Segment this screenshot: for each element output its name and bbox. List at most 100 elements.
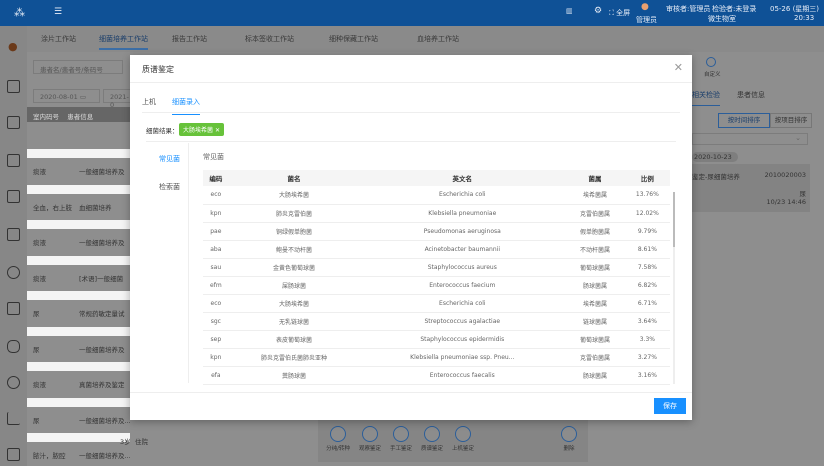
table-cell: kpn bbox=[203, 204, 229, 223]
sidebar-icon-2[interactable] bbox=[7, 116, 20, 129]
test-name: 一般细菌培养及 bbox=[79, 168, 125, 176]
table-cell: Staphylococcus aureus bbox=[359, 258, 566, 277]
table-scrollbar[interactable] bbox=[673, 192, 675, 384]
list-header: 室内码号 患者信息 bbox=[27, 107, 130, 122]
date-from: 2020-08-01 bbox=[40, 93, 78, 101]
table-cell: Escherichia coli bbox=[359, 294, 566, 313]
sort-by-item-button[interactable]: 按项目排序 bbox=[770, 113, 812, 128]
table-row[interactable]: sep 表皮葡萄球菌 Staphylococcus epidermidis 葡萄球菌属… bbox=[203, 330, 670, 349]
sidebar-icon-4[interactable] bbox=[7, 190, 20, 203]
close-icon[interactable]: ✕ bbox=[674, 61, 683, 74]
custom-label: 自定义 bbox=[704, 72, 721, 78]
table-cell: eco bbox=[203, 186, 229, 205]
layout-icon[interactable]: ▥ bbox=[566, 7, 573, 15]
delete-button[interactable]: 删除 bbox=[554, 426, 584, 452]
top-header: ⁂ ☰ ▥ ⚙ ⛶ 全屏 ● 管理员 审核者:管理员 检验者:未登录 05-26… bbox=[0, 0, 824, 26]
date-to-field[interactable]: 2021-0 bbox=[103, 89, 133, 109]
column-header: 英文名 bbox=[359, 170, 566, 186]
sidebar-icon-3[interactable] bbox=[7, 154, 20, 167]
filter-select[interactable]: ⌄ bbox=[692, 133, 808, 145]
trash-icon bbox=[561, 426, 577, 442]
tab-patient-info[interactable]: 患者信息 bbox=[737, 90, 765, 100]
ms-identify-button[interactable]: 质谱鉴定 bbox=[417, 426, 447, 452]
table-row[interactable]: eco 大肠埃希菌 Escherichia coli 埃希菌属 13.76% bbox=[203, 186, 670, 205]
machine-identify-button[interactable]: 上机鉴定 bbox=[448, 426, 478, 452]
table-cell: Enterococcus faecalis bbox=[359, 366, 566, 385]
observe-label: 观察鉴定 bbox=[358, 446, 381, 452]
table-cell: kpn bbox=[203, 348, 229, 367]
col-room-code: 室内码号 bbox=[33, 113, 59, 121]
gear-icon[interactable]: ⚙ bbox=[594, 6, 602, 16]
flask-icon[interactable] bbox=[7, 340, 20, 353]
redacted-bar bbox=[27, 255, 130, 265]
table-row[interactable]: eco 大肠埃希菌 Escherichia coli 埃希菌属 6.71% bbox=[203, 294, 670, 313]
column-header: 菌属 bbox=[565, 170, 625, 186]
search-input[interactable]: 患者名/患者号/条码号 bbox=[33, 60, 123, 74]
nav-common-bacteria[interactable]: 常见菌 bbox=[159, 154, 180, 164]
test-name: 血细菌培养 bbox=[79, 203, 112, 212]
divider bbox=[130, 82, 692, 83]
table-cell: Streptococcus agalactiae bbox=[359, 312, 566, 331]
table-row[interactable]: pae 铜绿假单胞菌 Pseudomonas aeruginosa 假单胞菌属 9.79… bbox=[203, 222, 670, 241]
sample-type: 全血，右上肢 bbox=[33, 203, 72, 212]
observe-identify-button[interactable]: 观察鉴定 bbox=[355, 426, 385, 452]
table-cell: efa bbox=[203, 366, 229, 385]
column-header: 菌名 bbox=[228, 170, 360, 186]
table-row[interactable]: efm 屎肠球菌 Enterococcus faecium 肠球菌属 6.82% bbox=[203, 276, 670, 295]
tab-smear[interactable]: 涂片工作站 bbox=[41, 34, 76, 44]
tab-machine[interactable]: 上机 bbox=[142, 97, 156, 107]
manual-identify-button[interactable]: 手工鉴定 bbox=[386, 426, 416, 452]
divider bbox=[142, 112, 680, 113]
subculture-button[interactable]: 分纯/转种 bbox=[323, 426, 353, 452]
sidebar-icon-11[interactable] bbox=[7, 448, 20, 461]
sidebar-icon-5[interactable] bbox=[7, 228, 20, 241]
table-row[interactable]: efa 粪肠球菌 Enterococcus faecalis 肠球菌属 3.16% bbox=[203, 366, 670, 385]
petri-dish-icon[interactable] bbox=[7, 376, 20, 389]
tag-close-icon[interactable]: ✕ bbox=[215, 127, 220, 134]
table-cell: 克雷伯菌属 bbox=[565, 204, 625, 223]
right-panel: 自定义 相关检验 患者信息 按时间排序 按项目排序 ⌄ 2020-10-23 鉴… bbox=[692, 52, 824, 466]
table-cell: Klebsiella pneumoniae ssp. Pneu... bbox=[359, 348, 566, 367]
save-button[interactable]: 保存 bbox=[654, 398, 686, 414]
redacted-bar bbox=[27, 362, 130, 371]
fullscreen-button[interactable]: ⛶ 全屏 bbox=[609, 8, 630, 18]
user-name: 管理员 bbox=[636, 16, 657, 24]
tab-culture[interactable]: 细菌培养工作站 bbox=[99, 34, 148, 50]
tab-report[interactable]: 报告工作站 bbox=[172, 34, 207, 44]
tab-sample-receipt[interactable]: 标本签收工作站 bbox=[245, 34, 294, 44]
table-cell: Enterococcus faecium bbox=[359, 276, 566, 295]
table-cell: 葡萄球菌属 bbox=[565, 258, 625, 277]
sidebar-icon-1[interactable] bbox=[7, 80, 20, 93]
tab-blood-culture[interactable]: 血培养工作站 bbox=[417, 34, 459, 44]
menu-toggle-icon[interactable]: ☰ bbox=[54, 7, 62, 17]
redacted-bar bbox=[27, 149, 130, 158]
test-name: 常规药敏定量试 bbox=[79, 310, 125, 318]
table-row[interactable]: sgc 无乳链球菌 Streptococcus agalactiae 链球菌属 3.64… bbox=[203, 312, 670, 331]
tab-related-tests[interactable]: 相关检验 bbox=[692, 90, 720, 106]
date-from-field[interactable]: 2020-08-01 ▭ bbox=[33, 89, 100, 103]
redacted-bar bbox=[27, 220, 130, 229]
nav-search-bacteria[interactable]: 检索菌 bbox=[159, 182, 180, 192]
grid-icon bbox=[424, 426, 440, 442]
test-name: 一般细菌培养及... bbox=[79, 452, 131, 460]
sort-by-time-button[interactable]: 按时间排序 bbox=[718, 113, 770, 128]
custom-icon[interactable] bbox=[706, 57, 716, 67]
sample-type: 尿 bbox=[33, 345, 40, 354]
avatar[interactable]: ● bbox=[641, 2, 649, 12]
table-cell: pae bbox=[203, 222, 229, 241]
sidebar-icon-6[interactable] bbox=[7, 266, 20, 279]
chart-icon[interactable] bbox=[7, 412, 20, 425]
scrollbar-thumb[interactable] bbox=[673, 192, 675, 247]
table-row[interactable]: kpn 肺炎克雷伯菌 Klebsiella pneumoniae 克雷伯菌属 12.02… bbox=[203, 204, 670, 223]
table-cell: 无乳链球菌 bbox=[228, 312, 360, 331]
sample-type: 痰液 bbox=[33, 239, 46, 247]
table-row[interactable]: aba 鲍曼不动杆菌 Acinetobacter baumannii 不动杆菌属 8.6… bbox=[203, 240, 670, 259]
divider bbox=[146, 141, 676, 142]
sidebar-icon-7[interactable] bbox=[7, 302, 20, 315]
test-card[interactable]: 鉴定-尿细菌培养 2010020003 尿 10/23 14:46 bbox=[692, 164, 810, 212]
manual-icon bbox=[393, 426, 409, 442]
tab-strain-storage[interactable]: 细种保藏工作站 bbox=[329, 34, 378, 44]
table-row[interactable]: sau 金黄色葡萄球菌 Staphylococcus aureus 葡萄球菌属 7.58… bbox=[203, 258, 670, 277]
table-row[interactable]: kpn 肺炎克雷伯氏菌肺炎亚种 Klebsiella pneumoniae ssp.… bbox=[203, 348, 670, 367]
bacteria-table: 编码 菌名 英文名 菌属 比例 eco 大肠埃希菌 Escherichia coli 埃希菌属… bbox=[203, 170, 670, 385]
